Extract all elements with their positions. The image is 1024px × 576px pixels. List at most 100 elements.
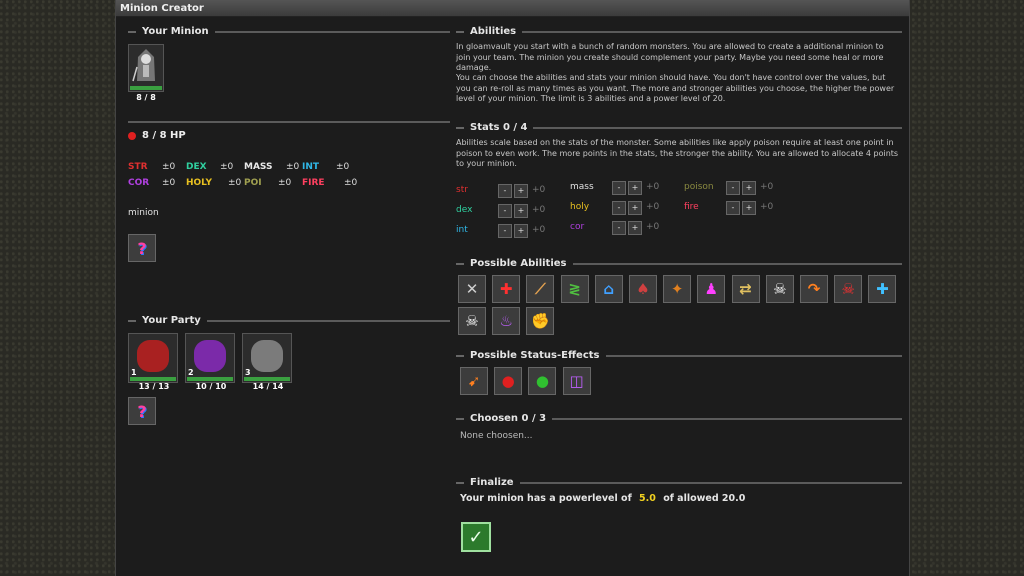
- swap-arrows-icon[interactable]: ⇄: [731, 275, 760, 303]
- stat-row-value-str: +0: [532, 185, 546, 195]
- party-member-hp-bar: [244, 377, 290, 381]
- grey-lizard-icon: [251, 340, 283, 372]
- crossed-swords-icon[interactable]: ✕: [458, 275, 486, 303]
- heart-icon: [128, 131, 136, 140]
- window-title: Minion Creator: [116, 0, 909, 17]
- party-member-index: 2: [188, 368, 194, 377]
- bleeding-figure-icon[interactable]: ♠: [629, 275, 657, 303]
- party-member-slot[interactable]: 3 14 / 14: [242, 333, 292, 391]
- poison-drop-icon[interactable]: ●: [528, 367, 557, 395]
- stat-row-label-poison: poison: [684, 182, 714, 192]
- powerlevel-limit: of allowed 20.0: [663, 493, 746, 504]
- stat-value-mass: ±0: [286, 162, 300, 172]
- stat-row-value-poison: +0: [760, 182, 774, 192]
- powerlevel-label: Your minion has a powerlevel of: [460, 493, 632, 504]
- blue-cross-icon[interactable]: ✚: [868, 275, 897, 303]
- skull-shield-icon[interactable]: ☠: [458, 307, 486, 335]
- party-member-slot[interactable]: 1 13 / 13: [128, 333, 178, 391]
- flexed-arm-icon[interactable]: ✊: [526, 307, 555, 335]
- orange-star-icon[interactable]: ✦: [663, 275, 692, 303]
- stat-decrease-button[interactable]: -: [498, 224, 512, 238]
- purple-tentacle-icon: [194, 340, 226, 372]
- fire-bolt-icon[interactable]: ➹: [460, 367, 488, 395]
- status-effects-heading: Possible Status-Effects: [470, 350, 600, 361]
- status-effects-header: Possible Status-Effects: [456, 350, 902, 361]
- purple-flame-icon[interactable]: ♨: [492, 307, 521, 335]
- stat-row-value-dex: +0: [532, 205, 546, 215]
- stat-increase-button[interactable]: +: [628, 201, 642, 215]
- stat-increase-button[interactable]: +: [742, 201, 756, 215]
- stat-decrease-button[interactable]: -: [612, 221, 626, 235]
- stats-header: Stats 0 / 4: [456, 122, 902, 133]
- reroll-minion-button[interactable]: ?: [128, 234, 156, 262]
- stat-decrease-button[interactable]: -: [498, 204, 512, 218]
- stat-value-holy: ±0: [228, 178, 242, 188]
- stat-label-fire: FIRE: [302, 178, 325, 188]
- party-member-index: 1: [131, 368, 137, 377]
- finalize-heading: Finalize: [470, 477, 514, 488]
- stat-decrease-button[interactable]: -: [726, 201, 740, 215]
- blue-house-icon[interactable]: ⌂: [594, 275, 623, 303]
- stat-row-value-fire: +0: [760, 202, 774, 212]
- stats-heading: Stats 0 / 4: [470, 122, 528, 133]
- your-party-header: Your Party: [128, 315, 450, 326]
- stat-row-label-mass: mass: [570, 182, 594, 192]
- stat-decrease-button[interactable]: -: [612, 181, 626, 195]
- hp-line: 8 / 8 HP: [128, 130, 186, 141]
- stat-label-dex: DEX: [186, 162, 207, 172]
- stat-row-label-holy: holy: [570, 202, 590, 212]
- magenta-summon-icon[interactable]: ♟: [697, 275, 726, 303]
- red-cross-heal-icon[interactable]: ✚: [492, 275, 521, 303]
- stat-increase-button[interactable]: +: [628, 221, 642, 235]
- party-member-hp-bar: [130, 377, 176, 381]
- reroll-party-button[interactable]: ?: [128, 397, 156, 425]
- minion-hp-bar: [130, 86, 162, 90]
- stat-value-fire: ±0: [344, 178, 358, 188]
- party-member-hp-text: 13 / 13: [138, 382, 170, 391]
- your-minion-heading: Your Minion: [142, 26, 209, 37]
- stats-description: Abilities scale based on the stats of th…: [456, 138, 899, 168]
- minion-name: minion: [128, 208, 159, 218]
- stat-increase-button[interactable]: +: [514, 204, 528, 218]
- hooded-skeleton-icon: [132, 49, 155, 82]
- stat-increase-button[interactable]: +: [742, 181, 756, 195]
- party-member-slot[interactable]: 2 10 / 10: [185, 333, 235, 391]
- stat-row-label-dex: dex: [456, 205, 473, 215]
- stat-label-holy: HOLY: [186, 178, 213, 188]
- stat-increase-button[interactable]: +: [628, 181, 642, 195]
- stat-row-value-cor: +0: [646, 222, 660, 232]
- stat-row-value-int: +0: [532, 225, 546, 235]
- stat-value-int: ±0: [336, 162, 350, 172]
- red-skull-icon[interactable]: ☠: [834, 275, 863, 303]
- party-member-hp-text: 14 / 14: [252, 382, 284, 391]
- abilities-intro: In gloamvault you start with a bunch of …: [456, 42, 884, 72]
- stat-row-value-mass: +0: [646, 182, 660, 192]
- sword-slash-icon[interactable]: ⟋: [526, 275, 555, 303]
- green-claw-icon[interactable]: ≷: [560, 275, 589, 303]
- possible-abilities-header: Possible Abilities: [456, 258, 902, 269]
- purple-spiral-icon[interactable]: ◫: [562, 367, 591, 395]
- stat-label-str: STR: [128, 162, 148, 172]
- party-member-hp-bar: [187, 377, 233, 381]
- stat-decrease-button[interactable]: -: [726, 181, 740, 195]
- choosen-heading: Choosen 0 / 3: [470, 413, 547, 424]
- stat-row-label-cor: cor: [570, 222, 585, 232]
- confirm-button[interactable]: ✓: [461, 522, 491, 552]
- stat-label-cor: COR: [128, 178, 150, 188]
- blood-drop-icon[interactable]: ●: [494, 367, 523, 395]
- stat-increase-button[interactable]: +: [514, 224, 528, 238]
- party-member-hp-text: 10 / 10: [195, 382, 227, 391]
- stat-decrease-button[interactable]: -: [498, 184, 512, 198]
- white-skull-icon[interactable]: ☠: [765, 275, 794, 303]
- stat-value-cor: ±0: [162, 178, 176, 188]
- your-minion-header: Your Minion: [128, 26, 450, 37]
- red-ogre-icon: [137, 340, 169, 372]
- stat-label-int: INT: [302, 162, 320, 172]
- minion-creator-window: Minion Creator Your Minion 8 / 8 8 / 8 H…: [115, 0, 910, 576]
- minion-portrait[interactable]: 8 / 8: [128, 44, 164, 102]
- stat-increase-button[interactable]: +: [514, 184, 528, 198]
- orange-arc-icon[interactable]: ↷: [800, 275, 828, 303]
- minion-hp-text: 8 / 8: [136, 93, 156, 102]
- stat-decrease-button[interactable]: -: [612, 201, 626, 215]
- stat-value-poi: ±0: [278, 178, 292, 188]
